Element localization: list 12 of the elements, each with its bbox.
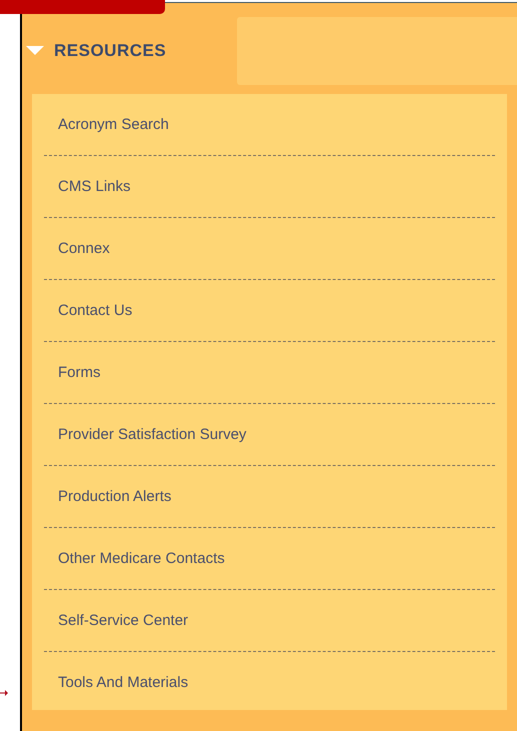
menu-link[interactable]: Self-Service Center <box>44 590 495 652</box>
triangle-icon <box>26 46 44 56</box>
menu-link[interactable]: Contact Us <box>44 280 495 342</box>
menu-link[interactable]: Production Alerts <box>44 466 495 528</box>
menu-link[interactable]: CMS Links <box>44 156 495 218</box>
menu-link[interactable]: Connex <box>44 218 495 280</box>
menu-link[interactable]: Provider Satisfaction Survey <box>44 404 495 466</box>
arrow-icon <box>0 690 8 696</box>
menu-link[interactable]: Acronym Search <box>44 94 495 156</box>
menu-link[interactable]: Tools And Materials <box>44 652 495 710</box>
menu-link[interactable]: Other Medicare Contacts <box>44 528 495 590</box>
menu-link[interactable]: Forms <box>44 342 495 404</box>
